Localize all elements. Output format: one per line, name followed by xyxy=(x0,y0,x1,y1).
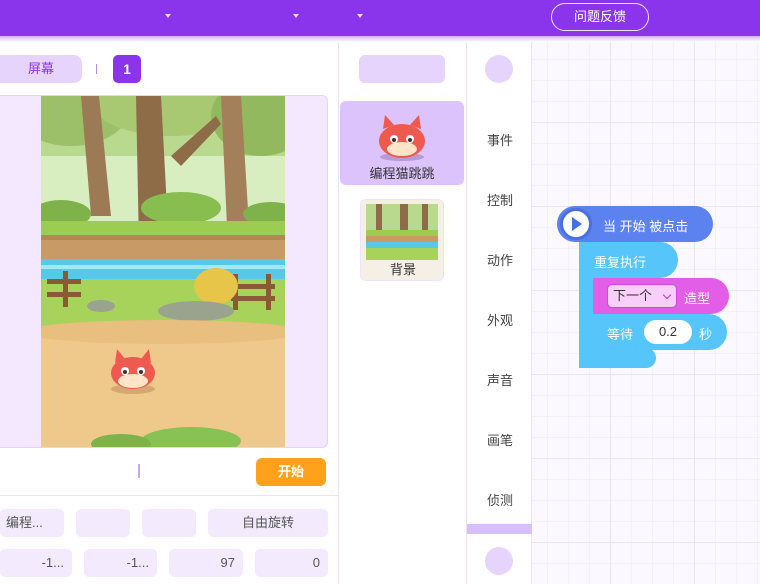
top-menu-bar: 问题反馈 xyxy=(0,0,760,36)
menu-dropdown-caret-icon[interactable] xyxy=(165,14,171,18)
repeat-block-bottom[interactable] xyxy=(579,348,656,368)
tab-separator xyxy=(96,64,97,74)
menu-dropdown-caret-icon[interactable] xyxy=(357,14,363,18)
wait-unit-label: 秒 xyxy=(699,327,713,342)
repeat-block-label: 重复执行 xyxy=(594,255,647,270)
category-scroll-indicator[interactable] xyxy=(467,524,533,534)
stage-toolbar-divider xyxy=(138,464,140,478)
chevron-down-icon xyxy=(662,290,672,300)
costume-dropdown-value: 下一个 xyxy=(613,288,653,303)
repeat-forever-block[interactable]: 重复执行 xyxy=(579,242,678,278)
sprite-name-label: 编程猫跳跳 xyxy=(369,166,435,181)
screen-page-number[interactable]: 1 xyxy=(113,55,141,83)
properties-divider xyxy=(0,495,338,496)
hat-block-label: 当 开始 被点击 xyxy=(603,219,689,234)
category-control[interactable]: 控制 xyxy=(467,190,533,209)
stage-canvas[interactable] xyxy=(41,96,285,447)
category-sound[interactable]: 声音 xyxy=(467,370,533,389)
feedback-button[interactable]: 问题反馈 xyxy=(551,3,649,31)
wait-block-label: 等待 xyxy=(607,327,634,342)
cat-sprite-icon xyxy=(379,115,425,161)
code-workspace[interactable]: 重复执行 当 开始 被点击 下一个 造型 等待 0.2 秒 xyxy=(532,42,760,584)
when-start-clicked-block[interactable]: 当 开始 被点击 xyxy=(557,206,713,242)
category-circle-icon[interactable] xyxy=(485,547,513,575)
screen-tab[interactable]: 屏幕 xyxy=(0,55,82,83)
size-field[interactable]: 97 xyxy=(169,549,243,577)
menu-dropdown-caret-icon[interactable] xyxy=(293,14,299,18)
property-field[interactable] xyxy=(76,509,130,537)
y-position-field[interactable]: -1... xyxy=(84,549,157,577)
category-events[interactable]: 事件 xyxy=(467,130,533,149)
switch-costume-block[interactable]: 下一个 造型 xyxy=(593,278,729,314)
start-button[interactable]: 开始 xyxy=(256,458,326,486)
wait-block[interactable]: 等待 0.2 秒 xyxy=(593,314,727,350)
category-sensing[interactable]: 侦测 xyxy=(467,490,533,509)
sprite-name-field[interactable]: 编程... xyxy=(0,509,64,537)
wait-seconds-input[interactable]: 0.2 xyxy=(644,320,692,344)
forest-scene-image xyxy=(41,96,285,447)
stage-frame xyxy=(0,95,328,448)
background-card[interactable]: 背景 xyxy=(360,199,444,281)
category-looks[interactable]: 外观 xyxy=(467,310,533,329)
sprite-panel: 编程猫跳跳 背景 xyxy=(339,42,466,584)
stage-panel: 屏幕 1 开始 编程... 自由旋转 -1... -1... 97 0 xyxy=(0,42,339,584)
x-position-field[interactable]: -1... xyxy=(0,549,72,577)
category-pen[interactable]: 画笔 xyxy=(467,430,533,449)
property-field[interactable] xyxy=(142,509,196,537)
background-thumbnail xyxy=(366,204,438,260)
rotation-mode-select[interactable]: 自由旋转 xyxy=(208,509,328,537)
category-motion[interactable]: 动作 xyxy=(467,250,533,269)
sprite-card-selected[interactable]: 编程猫跳跳 xyxy=(340,101,464,185)
direction-field[interactable]: 0 xyxy=(255,549,328,577)
add-sprite-button[interactable] xyxy=(359,55,445,83)
play-icon xyxy=(560,208,592,240)
category-circle-icon[interactable] xyxy=(485,55,513,83)
background-label: 背景 xyxy=(389,262,416,277)
block-category-column: 事件 控制 动作 外观 声音 画笔 侦测 xyxy=(466,42,533,584)
costume-block-label: 造型 xyxy=(684,291,711,306)
costume-dropdown[interactable]: 下一个 xyxy=(607,284,677,308)
